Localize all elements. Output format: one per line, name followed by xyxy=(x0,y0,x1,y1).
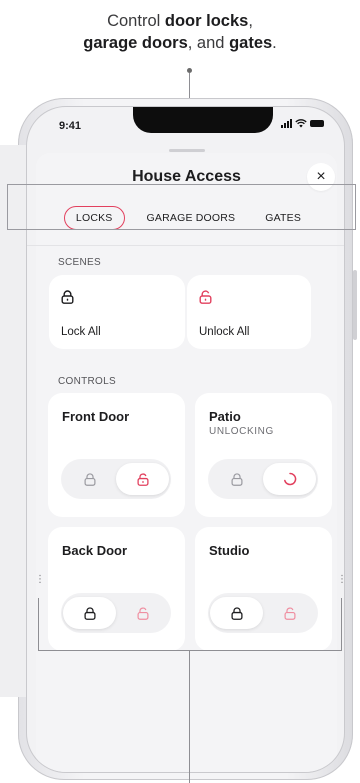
caption-text: . xyxy=(272,34,277,52)
status-bar: 9:41 xyxy=(27,107,344,145)
controls-label: CONTROLS xyxy=(58,376,116,387)
lock-button[interactable] xyxy=(63,463,116,495)
phone-side-button xyxy=(353,270,357,340)
lock-closed-icon xyxy=(231,472,242,486)
caption-bold: garage doors xyxy=(83,34,188,52)
scenes-label: SCENES xyxy=(58,257,101,268)
battery-icon xyxy=(310,120,324,127)
wifi-icon xyxy=(295,119,307,128)
lock-toggle xyxy=(208,593,318,633)
lock-toggle xyxy=(61,459,171,499)
signal-icon xyxy=(281,119,292,128)
sheet-grabber[interactable] xyxy=(169,149,205,152)
caption-bold: door locks xyxy=(164,12,249,30)
lock-closed-icon xyxy=(230,606,243,620)
caption-bold: gates xyxy=(229,34,273,52)
unlock-button[interactable] xyxy=(116,597,169,629)
drag-handle-icon: ⋮ xyxy=(337,575,347,585)
lock-open-icon xyxy=(137,607,148,620)
unlock-button[interactable] xyxy=(263,597,316,629)
lock-button[interactable] xyxy=(63,597,116,629)
scene-unlock-all[interactable]: Unlock All xyxy=(187,275,311,349)
callout-line xyxy=(189,650,190,783)
control-name: Patio xyxy=(209,409,241,424)
lock-toggle xyxy=(61,593,171,633)
lock-open-icon xyxy=(284,607,295,620)
notch xyxy=(133,107,273,133)
spinner-icon xyxy=(283,472,296,486)
divider xyxy=(27,245,344,246)
status-icons xyxy=(281,119,324,128)
page: Control door locks, garage doors, and ga… xyxy=(0,0,360,783)
scene-label: Unlock All xyxy=(199,326,250,338)
control-name: Back Door xyxy=(62,543,128,558)
lock-closed-icon xyxy=(84,472,95,486)
bracket-line xyxy=(341,598,342,650)
control-name: Front Door xyxy=(62,409,130,424)
house-access-sheet: House Access × LOCKS GARAGE DOORS GATES … xyxy=(27,149,344,772)
lock-button[interactable] xyxy=(210,463,263,495)
bracket-line xyxy=(38,598,39,650)
scene-label: Lock All xyxy=(61,326,101,338)
status-time: 9:41 xyxy=(59,120,82,132)
lock-closed-icon xyxy=(83,606,96,620)
lock-button[interactable] xyxy=(210,597,263,629)
control-card-front-door: Front Door xyxy=(48,393,185,517)
feature-caption: Control door locks, garage doors, and ga… xyxy=(0,10,360,54)
tabs-highlight-frame xyxy=(7,184,356,230)
lock-open-icon xyxy=(136,472,149,486)
control-card-back-door: Back Door xyxy=(48,527,185,651)
scene-lock-all[interactable]: Lock All xyxy=(49,275,185,349)
caption-text: , and xyxy=(187,34,230,52)
control-name: Studio xyxy=(209,543,250,558)
unlock-button[interactable] xyxy=(116,463,169,495)
bracket-line xyxy=(38,650,342,651)
drag-handle-icon: ⋮ xyxy=(35,575,45,585)
control-status: UNLOCKING xyxy=(209,426,274,437)
control-card-patio: Patio UNLOCKING xyxy=(195,393,332,517)
control-card-studio: Studio xyxy=(195,527,332,651)
caption-text: , xyxy=(248,12,253,30)
lock-closed-icon xyxy=(61,290,74,304)
lock-open-icon xyxy=(199,290,212,304)
caption-text: Control xyxy=(107,12,165,30)
unlock-button[interactable] xyxy=(263,463,316,495)
lock-toggle xyxy=(208,459,318,499)
